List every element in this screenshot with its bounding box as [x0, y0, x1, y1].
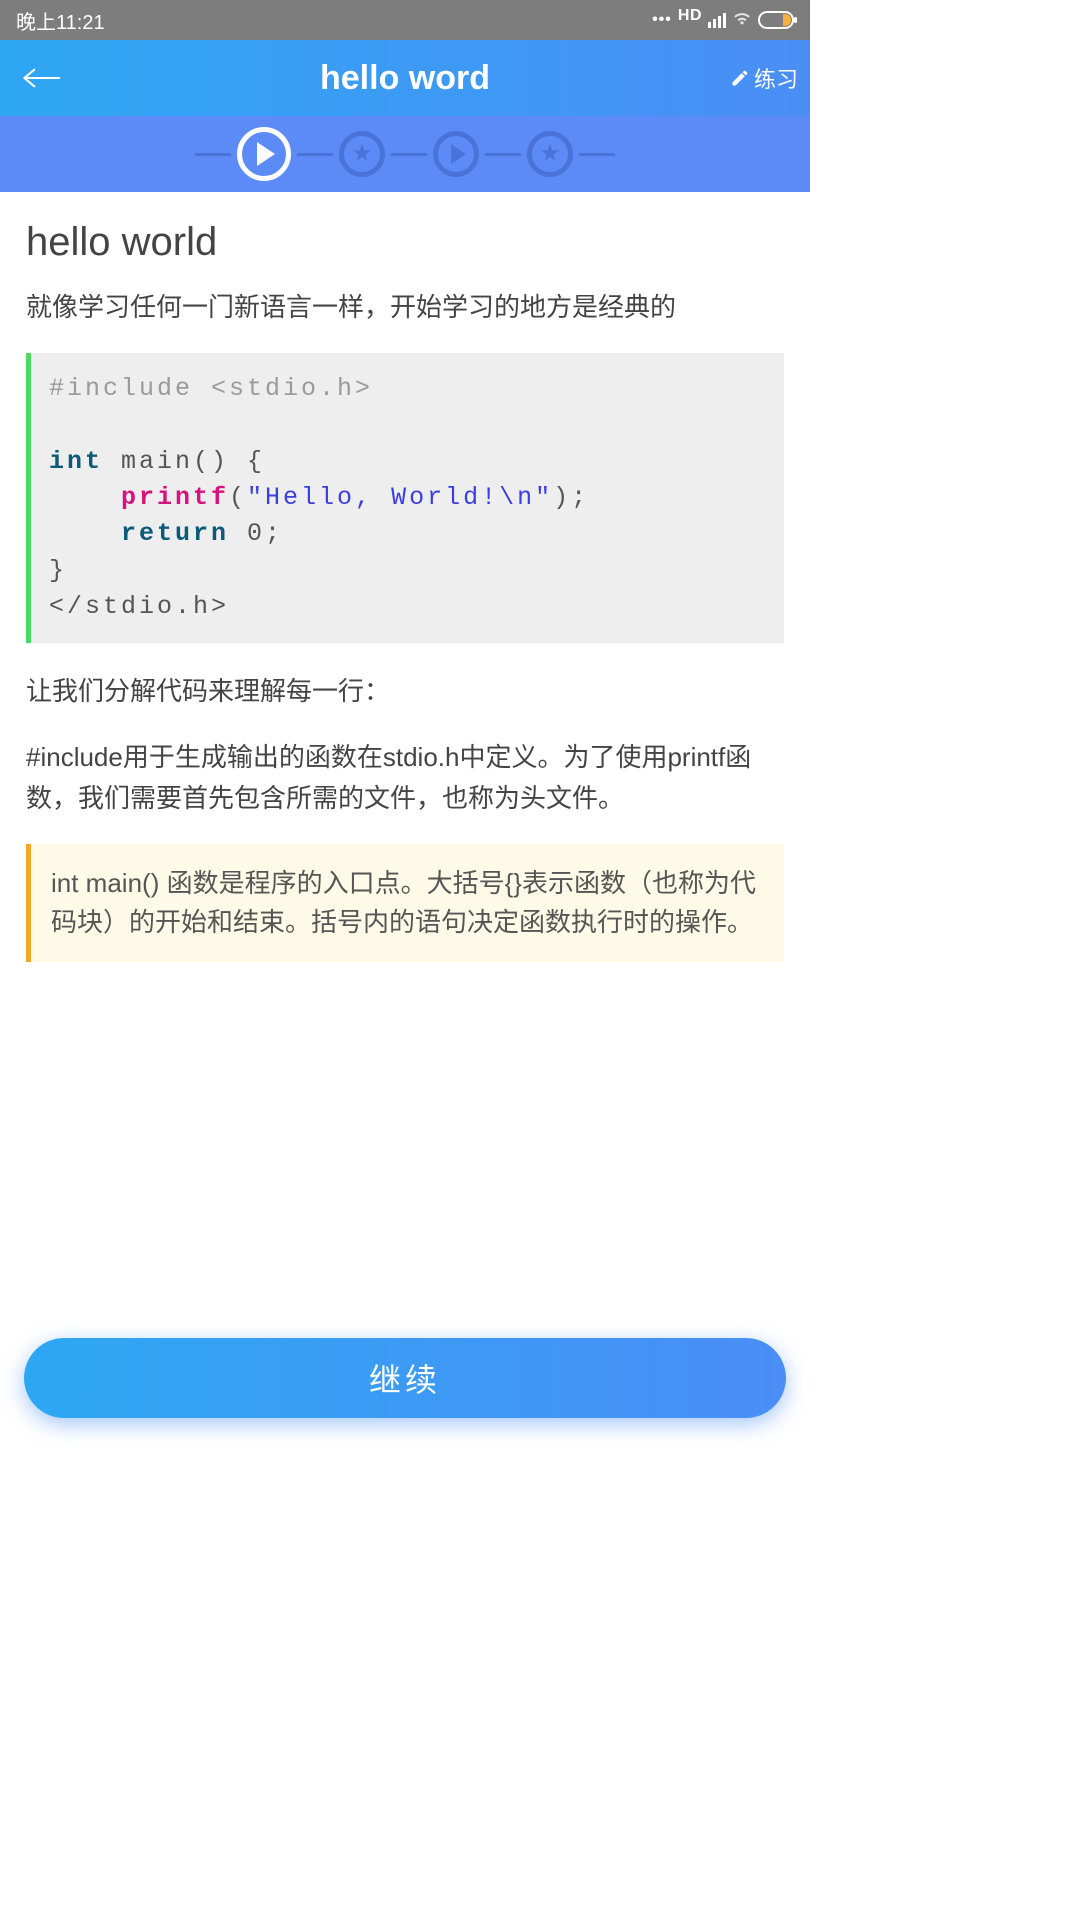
- code-line: #include <stdio.h>: [49, 374, 373, 403]
- star-icon: ★: [351, 142, 373, 166]
- code-keyword: return: [121, 519, 229, 548]
- progress-segment: [579, 153, 615, 156]
- lesson-content[interactable]: hello world 就像学习任何一门新语言一样，开始学习的地方是经典的 #i…: [0, 192, 810, 962]
- play-icon: [451, 144, 466, 164]
- cell-signal-icon: [708, 13, 726, 28]
- status-time: 晚上11:21: [16, 6, 105, 35]
- app-header: hello word 练习: [0, 40, 810, 116]
- code-text: );: [553, 483, 589, 512]
- code-string: "Hello, World!\n": [247, 483, 553, 512]
- status-bar: 晚上11:21 ••• HD: [0, 0, 810, 40]
- code-text: main() {: [103, 447, 265, 476]
- progress-node-2[interactable]: ★: [339, 131, 385, 177]
- lesson-heading: hello world: [26, 220, 784, 265]
- arrow-left-icon: [21, 64, 61, 92]
- hd-label: HD: [678, 8, 702, 24]
- progress-segment: [391, 153, 427, 156]
- code-indent: [49, 483, 121, 512]
- status-right: ••• HD: [652, 10, 794, 30]
- code-keyword: int: [49, 447, 103, 476]
- continue-button[interactable]: 继续: [24, 1338, 786, 1418]
- progress-node-1[interactable]: [237, 127, 291, 181]
- progress-segment: [485, 153, 521, 156]
- code-text: 0;: [229, 519, 283, 548]
- continue-label: 继续: [369, 1355, 441, 1401]
- lesson-progress: ★ ★: [0, 116, 810, 192]
- page-title: hello word: [320, 59, 490, 98]
- code-function: printf: [121, 483, 229, 512]
- intro-paragraph: 就像学习任何一门新语言一样，开始学习的地方是经典的: [26, 287, 784, 327]
- play-icon: [257, 142, 275, 166]
- back-button[interactable]: [16, 40, 66, 116]
- practice-button[interactable]: 练习: [730, 40, 798, 116]
- code-text: (: [229, 483, 247, 512]
- code-indent: [49, 519, 121, 548]
- code-text: }: [49, 556, 67, 585]
- wifi-icon: [732, 10, 752, 30]
- paragraph: 让我们分解代码来理解每一行：: [26, 671, 784, 711]
- progress-segment: [195, 153, 231, 156]
- note-block: int main() 函数是程序的入口点。大括号{}表示函数（也称为代码块）的开…: [26, 844, 784, 962]
- progress-node-4[interactable]: ★: [527, 131, 573, 177]
- paragraph: #include用于生成输出的函数在stdio.h中定义。为了使用printf函…: [26, 737, 784, 818]
- practice-label: 练习: [754, 62, 798, 94]
- progress-node-3[interactable]: [433, 131, 479, 177]
- pencil-icon: [730, 68, 750, 88]
- star-icon: ★: [539, 142, 561, 166]
- note-text: int main() 函数是程序的入口点。大括号{}表示函数（也称为代码块）的开…: [51, 868, 756, 937]
- code-text: </stdio.h>: [49, 592, 229, 621]
- battery-icon: [758, 11, 794, 29]
- code-block: #include <stdio.h> int main() { printf("…: [26, 353, 784, 643]
- progress-segment: [297, 153, 333, 156]
- signal-dots-icon: •••: [652, 12, 672, 28]
